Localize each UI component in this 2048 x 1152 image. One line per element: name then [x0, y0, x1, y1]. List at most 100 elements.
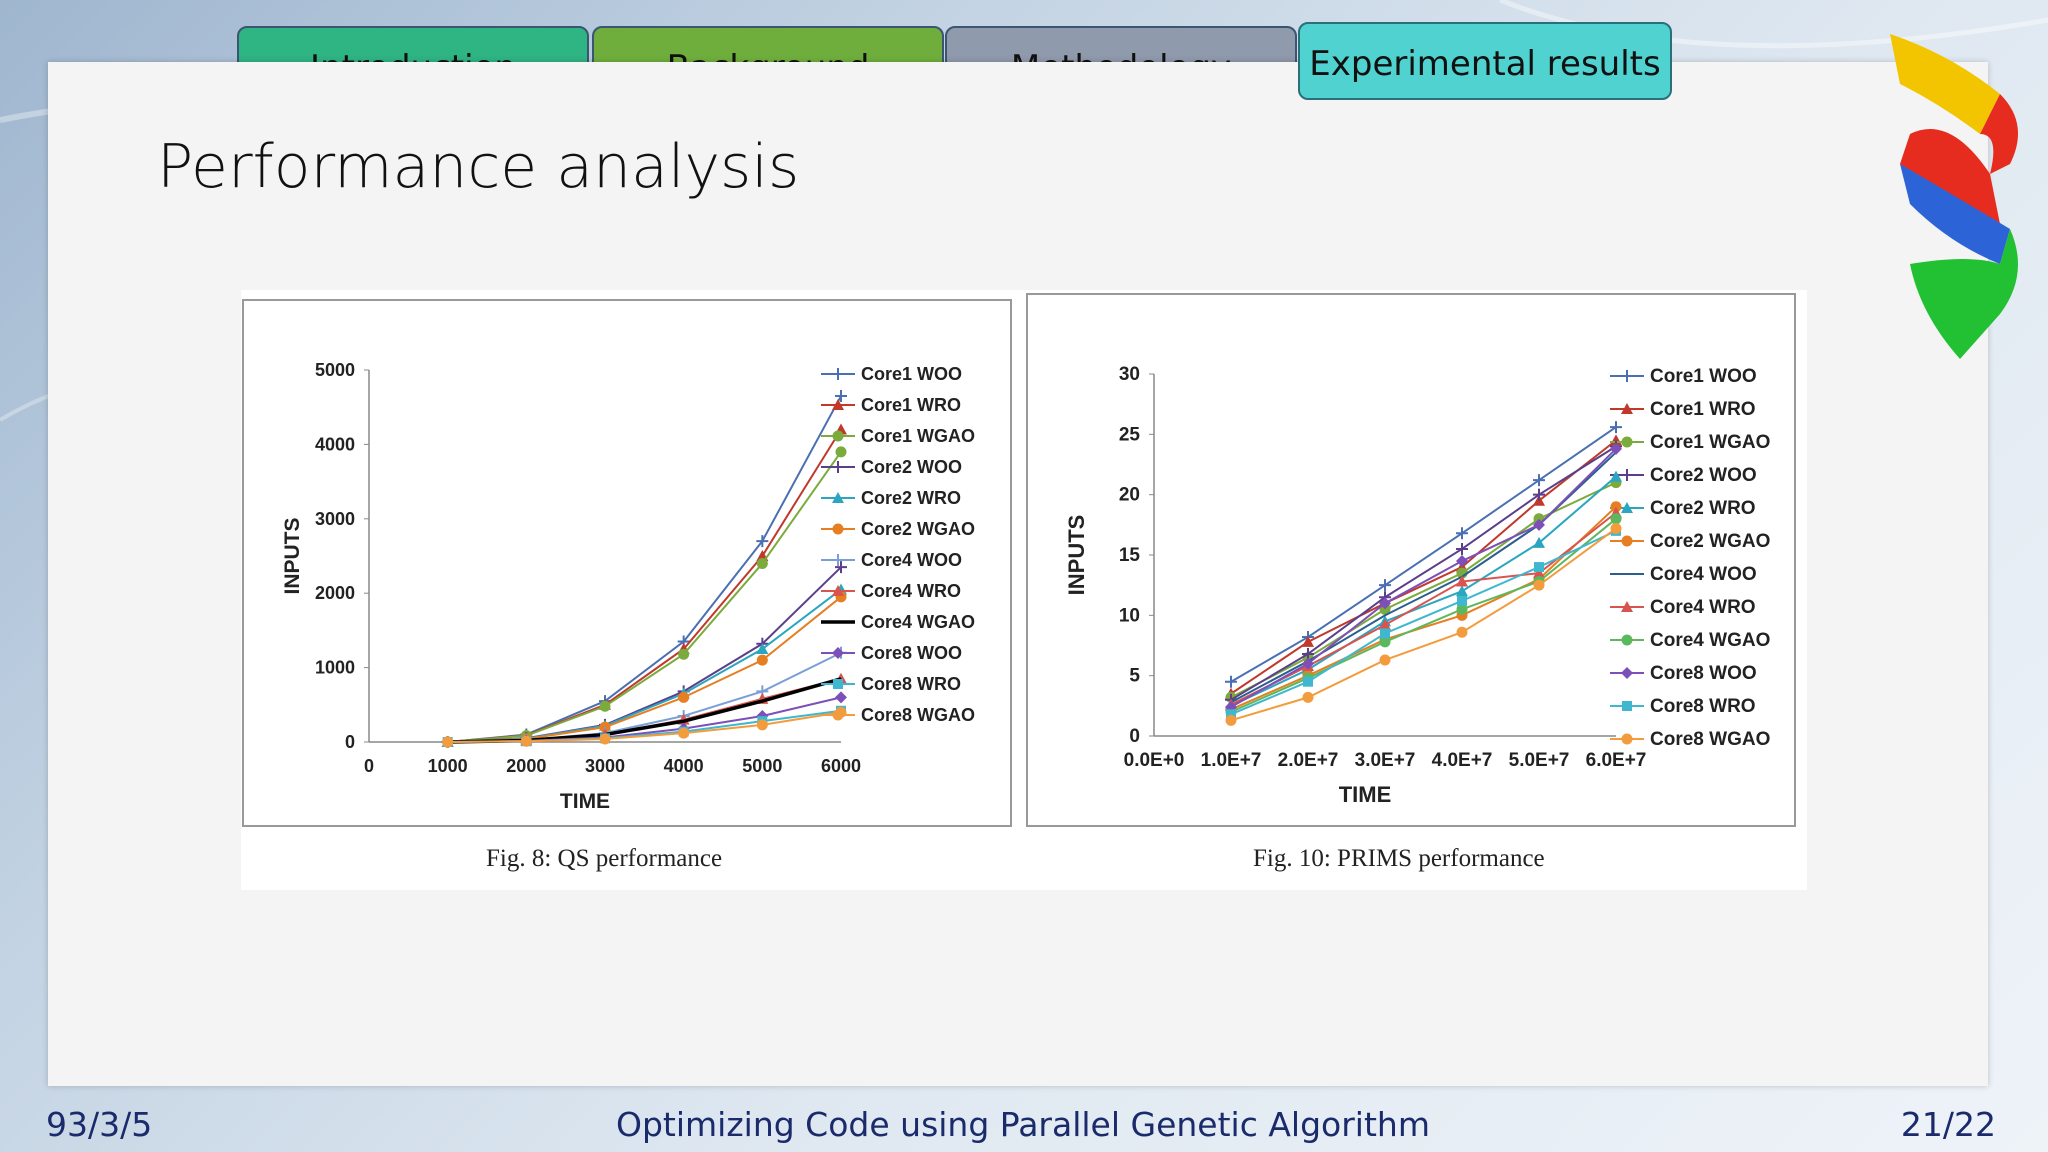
y-tick-label: 5000: [315, 360, 355, 380]
data-point: [678, 727, 690, 739]
x-tick-label: 5.0E+7: [1509, 750, 1570, 771]
data-point: [1456, 626, 1468, 638]
legend-label: Core8 WRO: [861, 674, 961, 694]
y-tick-label: 0: [345, 732, 355, 752]
x-tick-label: 6000: [821, 756, 861, 776]
chart-1: 0 1000 2000 3000 4000 5000 6000 0 1000 2000 3000 40…: [242, 299, 1012, 827]
data-point: [683, 720, 685, 722]
legend-label: Core4 WRO: [861, 581, 961, 601]
data-point: [599, 700, 611, 712]
legend-label: Core8 WGAO: [1650, 729, 1770, 750]
tab-label: Experimental results: [1309, 44, 1661, 84]
data-point: [832, 709, 844, 721]
tab-experimental-results[interactable]: Experimental results: [1298, 22, 1672, 100]
data-point: [1379, 654, 1391, 666]
data-point: [678, 691, 690, 703]
data-point: [1621, 733, 1633, 745]
data-point: [1621, 535, 1633, 547]
data-point: [1622, 701, 1632, 711]
legend-label: Core4 WGAO: [1650, 630, 1770, 651]
data-point: [1610, 513, 1622, 525]
page-number: 21/22: [1900, 1105, 1996, 1144]
data-point: [1303, 676, 1313, 687]
legend-label: Core8 WGAO: [861, 705, 975, 725]
data-point: [837, 621, 839, 623]
data-point: [756, 654, 768, 666]
figure-caption: Fig. 8: QS performance: [486, 845, 723, 872]
y-tick-label: 1000: [315, 658, 355, 678]
slide-date: 93/3/5: [46, 1105, 153, 1144]
legend-label: Core8 WOO: [1650, 663, 1757, 684]
data-point: [835, 446, 847, 458]
data-point: [599, 733, 611, 745]
data-point: [678, 648, 690, 660]
y-tick-label: 15: [1119, 545, 1141, 566]
legend-label: Core1 WOO: [1650, 366, 1757, 387]
data-point: [832, 523, 844, 535]
data-point: [1621, 436, 1633, 448]
y-axis-label: INPUTS: [1064, 515, 1089, 596]
y-tick-label: 10: [1119, 605, 1140, 626]
legend-label: Core1 WRO: [1650, 399, 1756, 420]
y-tick-label: 20: [1119, 485, 1140, 506]
x-tick-label: 6.0E+7: [1586, 750, 1647, 771]
legend-label: Core4 WRO: [1650, 597, 1756, 618]
legend-label: Core1 WGAO: [1650, 432, 1770, 453]
x-tick-label: 0.0E+0: [1124, 750, 1185, 771]
legend-label: Core1 WRO: [861, 395, 961, 415]
legend-label: Core8 WOO: [861, 643, 962, 663]
x-tick-label: 2000: [506, 756, 546, 776]
data-point: [1533, 579, 1545, 591]
x-tick-label: 1000: [428, 756, 468, 776]
x-tick-label: 5000: [742, 756, 782, 776]
data-point: [1302, 691, 1314, 703]
data-point: [1380, 628, 1390, 639]
legend-label: Core4 WOO: [861, 550, 962, 570]
y-tick-label: 0: [1129, 726, 1140, 747]
legend-label: Core4 WGAO: [861, 612, 975, 632]
data-point: [1621, 634, 1633, 646]
slide-title: Performance analysis: [157, 132, 800, 202]
data-point: [1534, 562, 1544, 573]
figure-container: 0 1000 2000 3000 4000 5000 6000 0 1000 2000 3000 40…: [241, 290, 1807, 890]
legend-label: Core2 WOO: [861, 457, 962, 477]
data-point: [1610, 522, 1622, 534]
footer-title: Optimizing Code using Parallel Genetic A…: [616, 1105, 1430, 1144]
x-axis-label: TIME: [1339, 782, 1392, 807]
y-axis-label: INPUTS: [281, 517, 304, 594]
x-tick-label: 4.0E+7: [1432, 750, 1493, 771]
data-point: [756, 557, 768, 569]
data-point: [833, 679, 843, 689]
data-point: [442, 736, 454, 748]
legend-label: Core1 WGAO: [861, 426, 975, 446]
data-point: [1225, 714, 1237, 726]
y-tick-label: 2000: [315, 583, 355, 603]
x-tick-label: 2.0E+7: [1278, 750, 1339, 771]
data-point: [1626, 573, 1628, 575]
legend-label: Core2 WRO: [861, 488, 961, 508]
x-tick-label: 4000: [664, 756, 704, 776]
data-point: [761, 700, 763, 702]
x-tick-label: 1.0E+7: [1201, 750, 1262, 771]
syntax-semantics-types-codegen-logo: [1890, 34, 2018, 359]
y-tick-label: 4000: [315, 434, 355, 454]
legend-label: Core1 WOO: [861, 364, 962, 384]
legend-label: Core4 WOO: [1650, 564, 1757, 585]
x-tick-label: 3.0E+7: [1355, 750, 1416, 771]
figure-caption: Fig. 10: PRIMS performance: [1253, 845, 1545, 872]
y-tick-label: 30: [1119, 364, 1140, 385]
x-tick-label: 0: [364, 756, 374, 776]
data-point: [1384, 614, 1386, 616]
x-tick-label: 3000: [585, 756, 625, 776]
legend-label: Core2 WRO: [1650, 498, 1756, 519]
legend-label: Core2 WGAO: [1650, 531, 1770, 552]
legend-label: Core2 WGAO: [861, 519, 975, 539]
x-axis-label: TIME: [560, 790, 610, 813]
data-point: [1457, 595, 1467, 606]
data-point: [756, 719, 768, 731]
y-tick-label: 5: [1129, 666, 1140, 687]
data-point: [520, 735, 532, 747]
y-tick-label: 25: [1119, 424, 1141, 445]
legend-label: Core2 WOO: [1650, 465, 1757, 486]
y-tick-label: 3000: [315, 509, 355, 529]
